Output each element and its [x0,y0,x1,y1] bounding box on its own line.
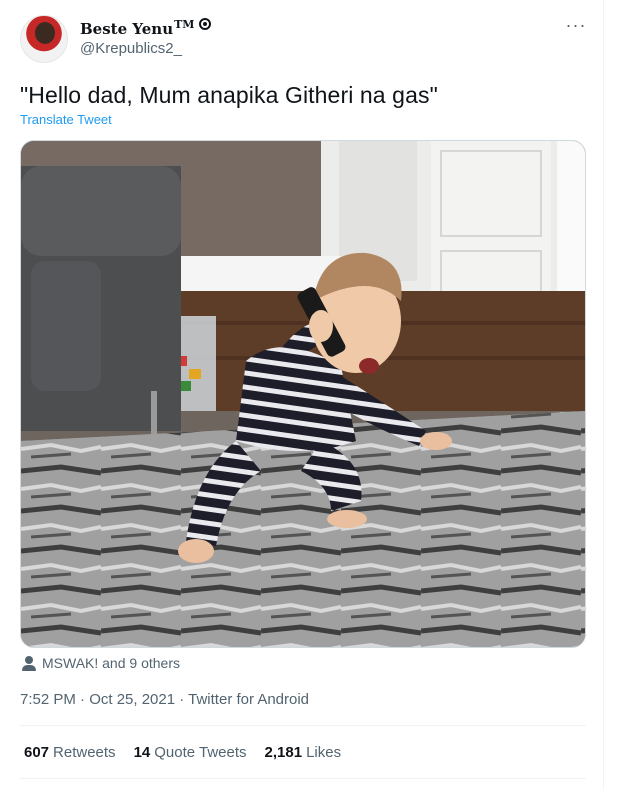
photo-illustration [21,141,585,647]
display-name[interactable]: Beste YenuTM [80,18,195,38]
user-handle[interactable]: @Krepublics2_ [80,40,182,57]
author-name-row[interactable]: Beste YenuTM [80,18,211,38]
stat-retweets[interactable]: 607 Retweets [24,744,116,761]
tweet-card: Beste YenuTM @Krepublics2_ ··· "Hello da… [0,0,604,789]
person-icon [22,655,36,671]
engagement-stats: 607 Retweets 14 Quote Tweets 2,181 Likes [24,744,341,761]
tweet-photo[interactable] [20,140,586,648]
translate-tweet-link[interactable]: Translate Tweet [20,112,112,127]
liked-by-text[interactable]: MSWAK! and 9 others [42,655,180,671]
stat-quote-tweets[interactable]: 14 Quote Tweets [134,744,247,761]
liked-by-row[interactable]: MSWAK! and 9 others [22,655,180,671]
tweet-timestamp[interactable]: 7:52 PM · Oct 25, 2021 · Twitter for And… [20,691,309,708]
divider [20,778,586,779]
tweet-text: "Hello dad, Mum anapika Githeri na gas" [20,82,438,108]
circle-badge-icon [198,18,211,30]
more-options-icon[interactable]: ··· [565,16,587,38]
stat-likes[interactable]: 2,181 Likes [265,744,342,761]
avatar[interactable] [20,15,68,63]
trademark-suffix: TM [174,18,195,31]
divider [20,725,586,726]
